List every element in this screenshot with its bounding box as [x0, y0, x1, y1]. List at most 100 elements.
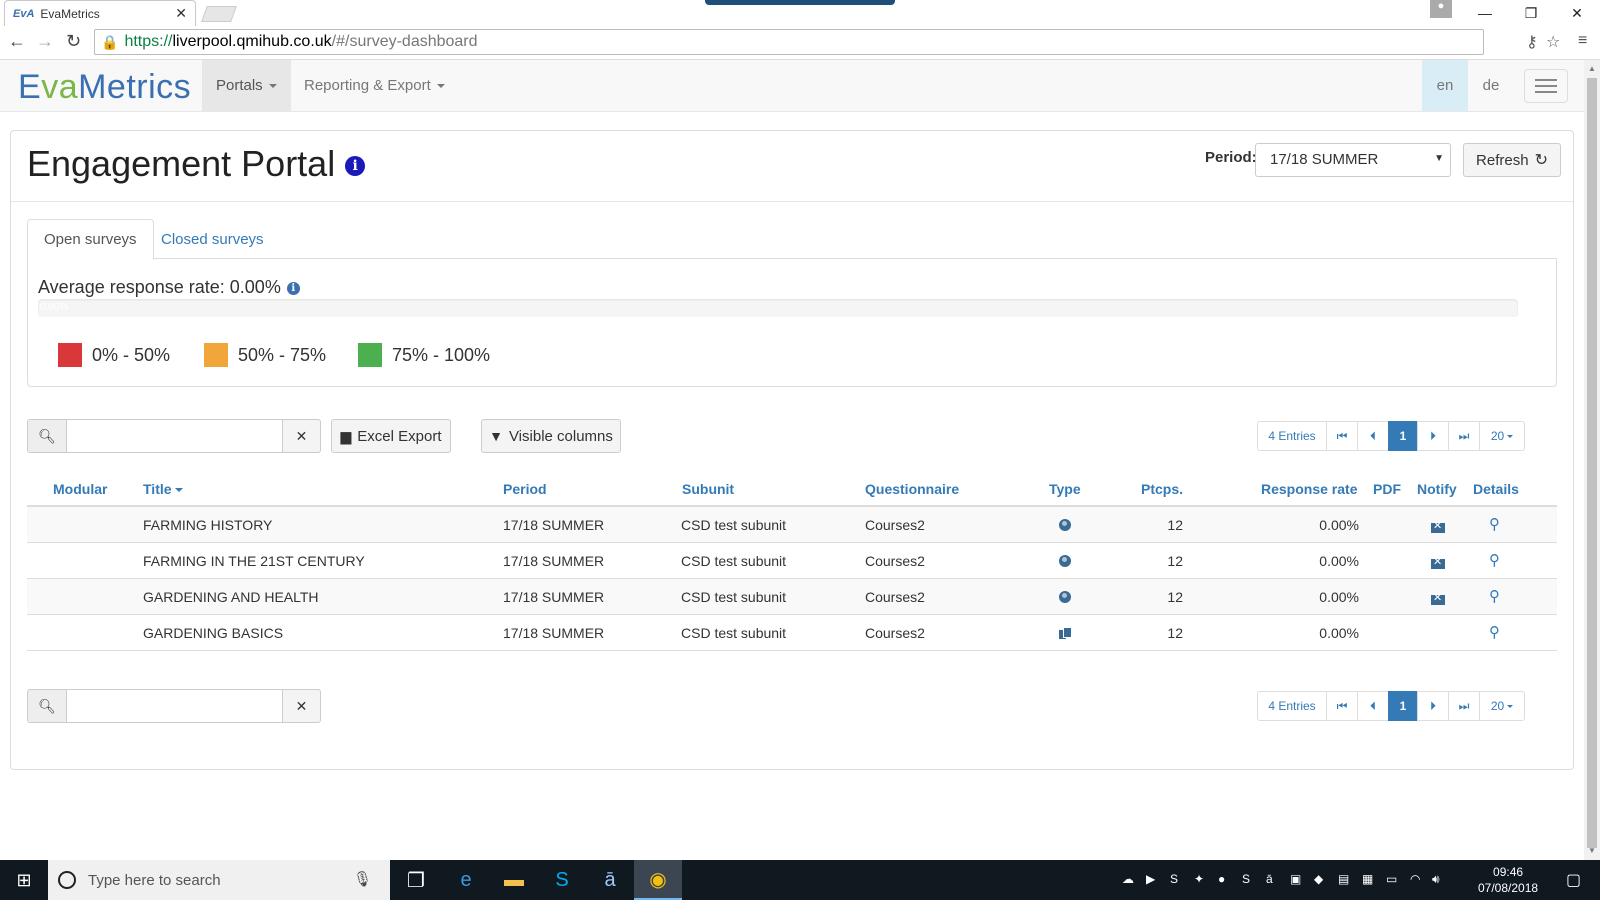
visible-columns-button[interactable]: ▼ Visible columns — [481, 419, 621, 453]
page-size-select[interactable]: 20 — [1479, 421, 1525, 451]
details-search-icon[interactable]: ⚲ — [1489, 515, 1500, 533]
scroll-up-icon[interactable]: ▲ — [1588, 64, 1596, 73]
battery-icon[interactable]: ▭ — [1386, 872, 1397, 886]
microphone-icon[interactable]: 🎙︎ — [353, 870, 372, 888]
response-progress-bar: 0.00% — [38, 299, 1518, 317]
close-tab-icon[interactable]: ✕ — [175, 5, 187, 22]
col-modular[interactable]: Modular — [53, 481, 107, 497]
clear-search-button[interactable]: ✕ — [283, 419, 321, 453]
reload-button[interactable]: ↻ — [66, 31, 81, 52]
app-icon[interactable]: ā — [586, 860, 634, 900]
col-questionnaire[interactable]: Questionnaire — [865, 481, 959, 497]
col-ptcps[interactable]: Ptcps. — [1141, 481, 1183, 497]
copy-icon — [1059, 627, 1072, 639]
volume-icon[interactable]: 🔊︎ — [1432, 872, 1440, 887]
details-search-icon[interactable]: ⚲ — [1489, 551, 1500, 569]
next-page-icon[interactable]: ⏵ — [1417, 421, 1449, 451]
chrome-menu-icon[interactable]: ≡ — [1578, 32, 1587, 50]
bookmark-star-icon[interactable]: ☆ — [1546, 32, 1560, 52]
details-search-icon[interactable]: ⚲ — [1489, 623, 1500, 641]
col-notify[interactable]: Notify — [1417, 481, 1457, 497]
profile-icon[interactable]: ● — [1430, 0, 1452, 18]
windows-start-icon[interactable]: ⊞ — [0, 860, 48, 900]
info-icon[interactable]: i — [345, 156, 366, 177]
prev-page-icon[interactable]: ⏴ — [1357, 421, 1389, 451]
tray-app-icon[interactable]: ✦ — [1194, 872, 1204, 886]
legend-swatch-green — [358, 343, 382, 367]
tray-app-icon[interactable]: S — [1170, 872, 1178, 886]
current-page[interactable]: 1 — [1388, 691, 1418, 721]
table-row[interactable]: GARDENING BASICS 17/18 SUMMER CSD test s… — [27, 615, 1557, 651]
col-type[interactable]: Type — [1049, 481, 1081, 497]
tray-app-icon[interactable]: ▦ — [1362, 872, 1373, 886]
first-page-icon[interactable]: ⏮ — [1326, 421, 1358, 451]
close-window-button[interactable]: ✕ — [1554, 0, 1600, 26]
col-subunit[interactable]: Subunit — [682, 481, 734, 497]
tray-app-icon[interactable]: ● — [1218, 872, 1225, 886]
details-search-icon[interactable]: ⚲ — [1489, 587, 1500, 605]
taskbar-search[interactable]: Type here to search 🎙︎ — [48, 860, 390, 900]
onedrive-icon[interactable]: ☁ — [1122, 872, 1134, 886]
info-icon[interactable]: i — [286, 281, 300, 295]
lang-en[interactable]: en — [1422, 60, 1468, 111]
hamburger-menu-button[interactable] — [1524, 69, 1568, 103]
address-bar[interactable]: 🔒 https:// liverpool.qmihub.co.uk /#/sur… — [94, 29, 1484, 55]
tray-app-icon[interactable]: ▣ — [1290, 872, 1301, 886]
tray-app-icon[interactable]: ▤ — [1338, 872, 1349, 886]
search-icon[interactable]: 🔍︎ — [27, 689, 67, 723]
vertical-scrollbar[interactable]: ▲ ▼ — [1584, 60, 1600, 860]
wifi-icon[interactable]: ◠ — [1410, 872, 1420, 886]
nav-reporting-export[interactable]: Reporting & Export — [290, 60, 459, 111]
tray-app-icon[interactable]: ā — [1266, 872, 1273, 886]
nav-portals[interactable]: Portals — [202, 60, 291, 111]
edge-icon[interactable]: e — [442, 860, 490, 900]
notify-mail-icon[interactable] — [1431, 591, 1445, 608]
tab-open-surveys[interactable]: Open surveys — [27, 219, 154, 260]
search-icon[interactable]: 🔍︎ — [27, 419, 67, 453]
page-size-select[interactable]: 20 — [1479, 691, 1525, 721]
current-page[interactable]: 1 — [1388, 421, 1418, 451]
table-row[interactable]: GARDENING AND HEALTH 17/18 SUMMER CSD te… — [27, 579, 1557, 615]
forward-button[interactable]: → — [36, 31, 54, 52]
notify-mail-icon[interactable] — [1431, 519, 1445, 536]
new-tab-button[interactable] — [201, 6, 237, 22]
col-response-rate[interactable]: Response rate — [1261, 481, 1357, 497]
evametrics-logo[interactable]: EvaMetrics — [18, 68, 191, 107]
chrome-icon[interactable]: ◉ — [634, 860, 682, 900]
next-page-icon[interactable]: ⏵ — [1417, 691, 1449, 721]
camera-icon[interactable]: ▶ — [1146, 872, 1155, 886]
col-pdf[interactable]: PDF — [1373, 481, 1401, 497]
lang-de[interactable]: de — [1468, 60, 1514, 111]
file-explorer-icon[interactable]: ▬ — [490, 860, 538, 900]
task-view-icon[interactable]: ❐ — [392, 860, 440, 900]
notify-mail-icon[interactable] — [1431, 555, 1445, 572]
skype-icon[interactable]: S — [538, 860, 586, 900]
last-page-icon[interactable]: ⏭ — [1448, 421, 1480, 451]
key-icon[interactable]: ⚷ — [1526, 32, 1538, 52]
restore-button[interactable]: ❐ — [1508, 0, 1554, 26]
scrollbar-thumb[interactable] — [1587, 78, 1597, 848]
browser-tab[interactable]: EvA EvaMetrics ✕ — [4, 0, 196, 26]
search-input[interactable] — [67, 419, 283, 453]
bottom-search-input[interactable] — [67, 689, 283, 723]
first-page-icon[interactable]: ⏮ — [1326, 691, 1358, 721]
period-select[interactable]: 17/18 SUMMER ▼ — [1255, 143, 1451, 177]
table-row[interactable]: FARMING IN THE 21ST CENTURY 17/18 SUMMER… — [27, 543, 1557, 579]
back-button[interactable]: ← — [8, 31, 26, 52]
tab-closed-surveys[interactable]: Closed surveys — [145, 219, 280, 259]
notifications-icon[interactable]: ▢ — [1566, 870, 1581, 890]
col-period[interactable]: Period — [503, 481, 547, 497]
table-row[interactable]: FARMING HISTORY 17/18 SUMMER CSD test su… — [27, 507, 1557, 543]
taskbar-clock[interactable]: 09:46 07/08/2018 — [1478, 864, 1538, 896]
tray-app-icon[interactable]: ◆ — [1314, 872, 1323, 886]
clear-search-button[interactable]: ✕ — [283, 689, 321, 723]
col-details[interactable]: Details — [1473, 481, 1519, 497]
last-page-icon[interactable]: ⏭ — [1448, 691, 1480, 721]
tray-app-icon[interactable]: S — [1242, 872, 1250, 886]
col-title[interactable]: Title — [143, 481, 183, 497]
scroll-down-icon[interactable]: ▼ — [1588, 846, 1596, 855]
prev-page-icon[interactable]: ⏴ — [1357, 691, 1389, 721]
excel-export-button[interactable]: ▆ Excel Export — [331, 419, 451, 453]
refresh-button[interactable]: Refresh ↻ — [1463, 143, 1561, 177]
minimize-button[interactable]: — — [1462, 0, 1508, 26]
